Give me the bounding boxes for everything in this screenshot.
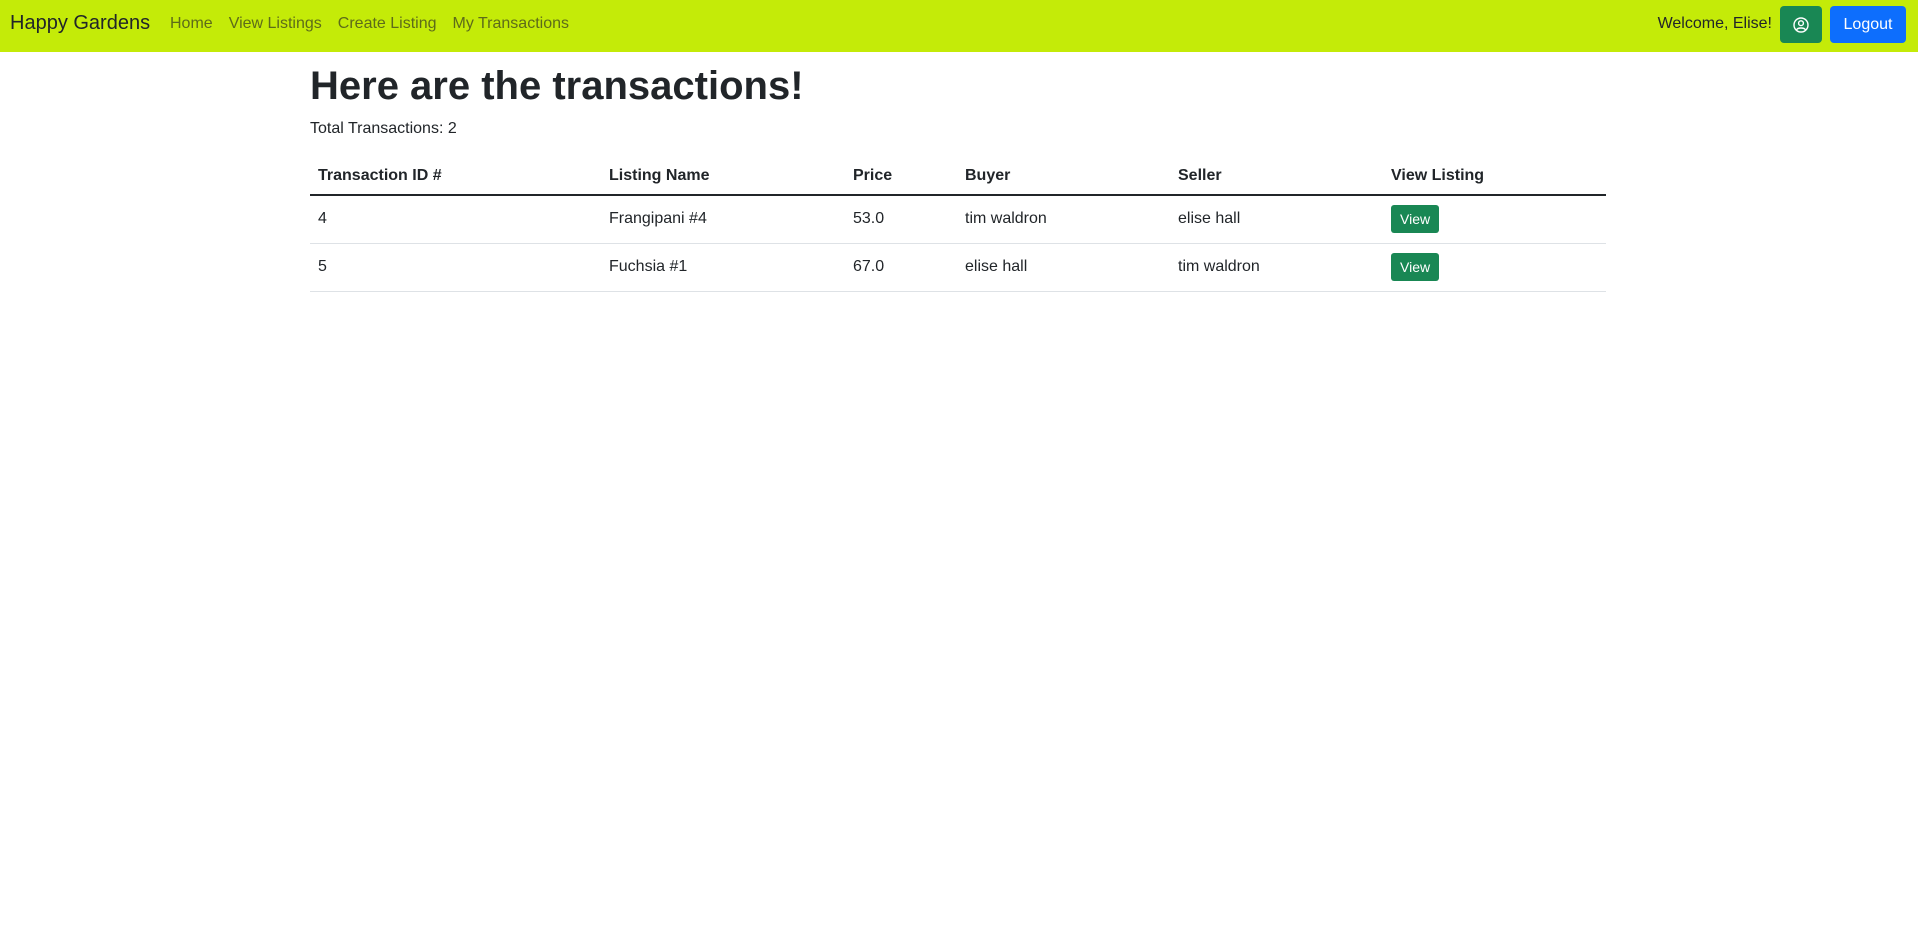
cell-transaction-id: 4: [310, 195, 601, 244]
user-circle-icon: [1793, 16, 1809, 33]
cell-listing-name: Frangipani #4: [601, 195, 845, 244]
main-content: Here are the transactions! Total Transac…: [310, 60, 1606, 292]
profile-button[interactable]: [1780, 6, 1822, 43]
cell-listing-name: Fuchsia #1: [601, 243, 845, 292]
nav-link-home[interactable]: Home: [170, 15, 213, 33]
header-buyer: Buyer: [957, 154, 1170, 196]
header-view-listing: View Listing: [1383, 154, 1606, 196]
header-transaction-id: Transaction ID #: [310, 154, 601, 196]
nav-link-view-listings[interactable]: View Listings: [229, 15, 322, 33]
view-listing-button[interactable]: View: [1391, 253, 1440, 281]
cell-buyer: elise hall: [957, 243, 1170, 292]
table-header-row: Transaction ID # Listing Name Price Buye…: [310, 154, 1606, 196]
logout-button[interactable]: Logout: [1830, 6, 1906, 43]
cell-price: 53.0: [845, 195, 957, 244]
view-listing-button[interactable]: View: [1391, 205, 1440, 234]
header-price: Price: [845, 154, 957, 196]
cell-buyer: tim waldron: [957, 195, 1170, 244]
cell-price: 67.0: [845, 243, 957, 292]
cell-seller: elise hall: [1170, 195, 1383, 244]
cell-transaction-id: 5: [310, 243, 601, 292]
cell-view-listing: View: [1383, 195, 1606, 244]
transactions-table: Transaction ID # Listing Name Price Buye…: [310, 154, 1606, 292]
table-row: 5 Fuchsia #1 67.0 elise hall tim waldron…: [310, 243, 1606, 292]
welcome-text: Welcome, Elise!: [1657, 15, 1772, 32]
total-transactions: Total Transactions: 2: [310, 120, 457, 137]
header-listing-name: Listing Name: [601, 154, 845, 196]
header-seller: Seller: [1170, 154, 1383, 196]
cell-view-listing: View: [1383, 243, 1606, 292]
brand-link[interactable]: Happy Gardens: [10, 12, 150, 35]
nav-link-create-listing[interactable]: Create Listing: [338, 15, 437, 33]
nav-link-my-transactions[interactable]: My Transactions: [453, 15, 569, 33]
table-row: 4 Frangipani #4 53.0 tim waldron elise h…: [310, 195, 1606, 244]
navbar: Happy Gardens Home View Listings Create …: [0, 0, 1918, 52]
nav-links: Home View Listings Create Listing My Tra…: [170, 15, 569, 33]
page-title: Here are the transactions!: [310, 64, 804, 108]
cell-seller: tim waldron: [1170, 243, 1383, 292]
